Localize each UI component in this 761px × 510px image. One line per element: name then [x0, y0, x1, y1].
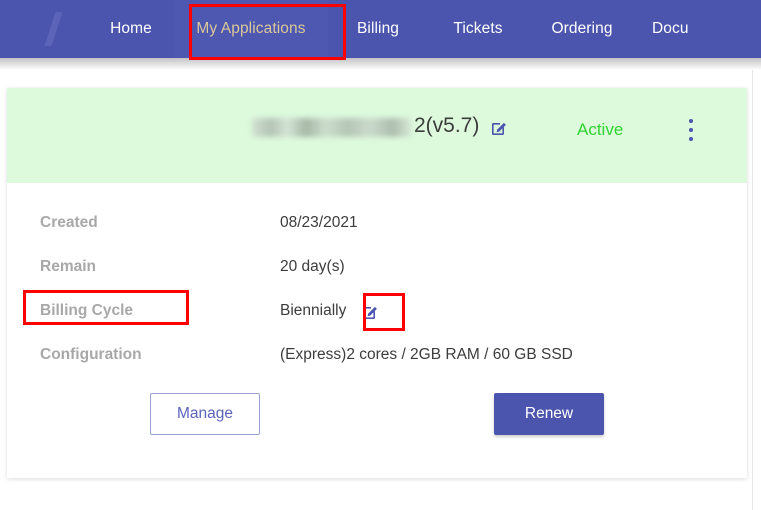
nav-item-tickets[interactable]: Tickets — [428, 0, 528, 58]
nav-item-ordering-label: Ordering — [551, 20, 612, 38]
redacted-application-name — [252, 118, 412, 137]
top-navigation-bar: Home My Applications Billing Tickets Ord… — [0, 0, 761, 58]
nav-item-documentation[interactable]: Docu — [636, 0, 732, 58]
detail-value-remain: 20 day(s) — [280, 258, 345, 276]
nav-item-billing-label: Billing — [357, 20, 399, 38]
nav-item-billing[interactable]: Billing — [328, 0, 428, 58]
detail-label-billing-cycle: Billing Cycle — [40, 302, 133, 320]
application-card: 2(v5.7) Active Created 08/23/2021 Remain — [7, 88, 747, 478]
detail-label-remain: Remain — [40, 258, 96, 276]
detail-label-created: Created — [40, 214, 98, 232]
billing-cycle-edit-pencil-square-icon[interactable] — [360, 302, 380, 322]
slash-logo-icon — [44, 12, 62, 46]
detail-row-configuration: Configuration (Express)2 cores / 2GB RAM… — [7, 333, 747, 377]
application-title: 2(v5.7) — [252, 114, 509, 138]
application-card-header: 2(v5.7) Active — [7, 88, 747, 183]
kebab-dot — [689, 119, 693, 123]
application-card-body: Created 08/23/2021 Remain 20 day(s) Bill… — [7, 183, 747, 478]
detail-row-remain: Remain 20 day(s) — [7, 245, 747, 289]
nav-item-ordering[interactable]: Ordering — [528, 0, 636, 58]
kebab-dot — [689, 128, 693, 132]
renew-button[interactable]: Renew — [494, 393, 604, 435]
detail-value-created-text: 08/23/2021 — [280, 214, 358, 232]
action-button-row: Manage Renew — [7, 383, 747, 443]
nav-item-tickets-label: Tickets — [453, 20, 502, 38]
manage-button-label: Manage — [177, 405, 233, 423]
detail-value-configuration: (Express)2 cores / 2GB RAM / 60 GB SSD — [280, 346, 573, 364]
kebab-menu-icon[interactable] — [683, 119, 699, 141]
brand-logo[interactable] — [42, 10, 76, 48]
nav-item-documentation-label: Docu — [652, 20, 689, 38]
detail-row-created: Created 08/23/2021 — [7, 201, 747, 245]
detail-label-configuration: Configuration — [40, 346, 142, 364]
edit-pencil-square-icon[interactable] — [489, 118, 509, 138]
page-scrollbar[interactable] — [752, 70, 761, 510]
nav-item-home-label: Home — [110, 20, 152, 38]
detail-value-configuration-text: (Express)2 cores / 2GB RAM / 60 GB SSD — [280, 346, 573, 364]
manage-button[interactable]: Manage — [150, 393, 260, 435]
nav-item-list: Home My Applications Billing Tickets Ord… — [88, 0, 732, 58]
status-badge: Active — [577, 120, 623, 140]
detail-value-created: 08/23/2021 — [280, 214, 358, 232]
detail-value-remain-text: 20 day(s) — [280, 258, 345, 276]
detail-value-billing-cycle-text: Biennially — [280, 302, 346, 320]
detail-row-billing-cycle: Billing Cycle Biennially — [7, 289, 747, 333]
nav-item-home[interactable]: Home — [88, 0, 174, 58]
renew-button-label: Renew — [525, 405, 573, 423]
kebab-dot — [689, 137, 693, 141]
application-version-label: 2(v5.7) — [414, 114, 479, 138]
nav-item-my-applications-label: My Applications — [196, 20, 305, 38]
nav-item-my-applications[interactable]: My Applications — [174, 0, 328, 58]
navbar-shadow — [0, 58, 761, 70]
detail-value-billing-cycle: Biennially — [280, 301, 380, 321]
